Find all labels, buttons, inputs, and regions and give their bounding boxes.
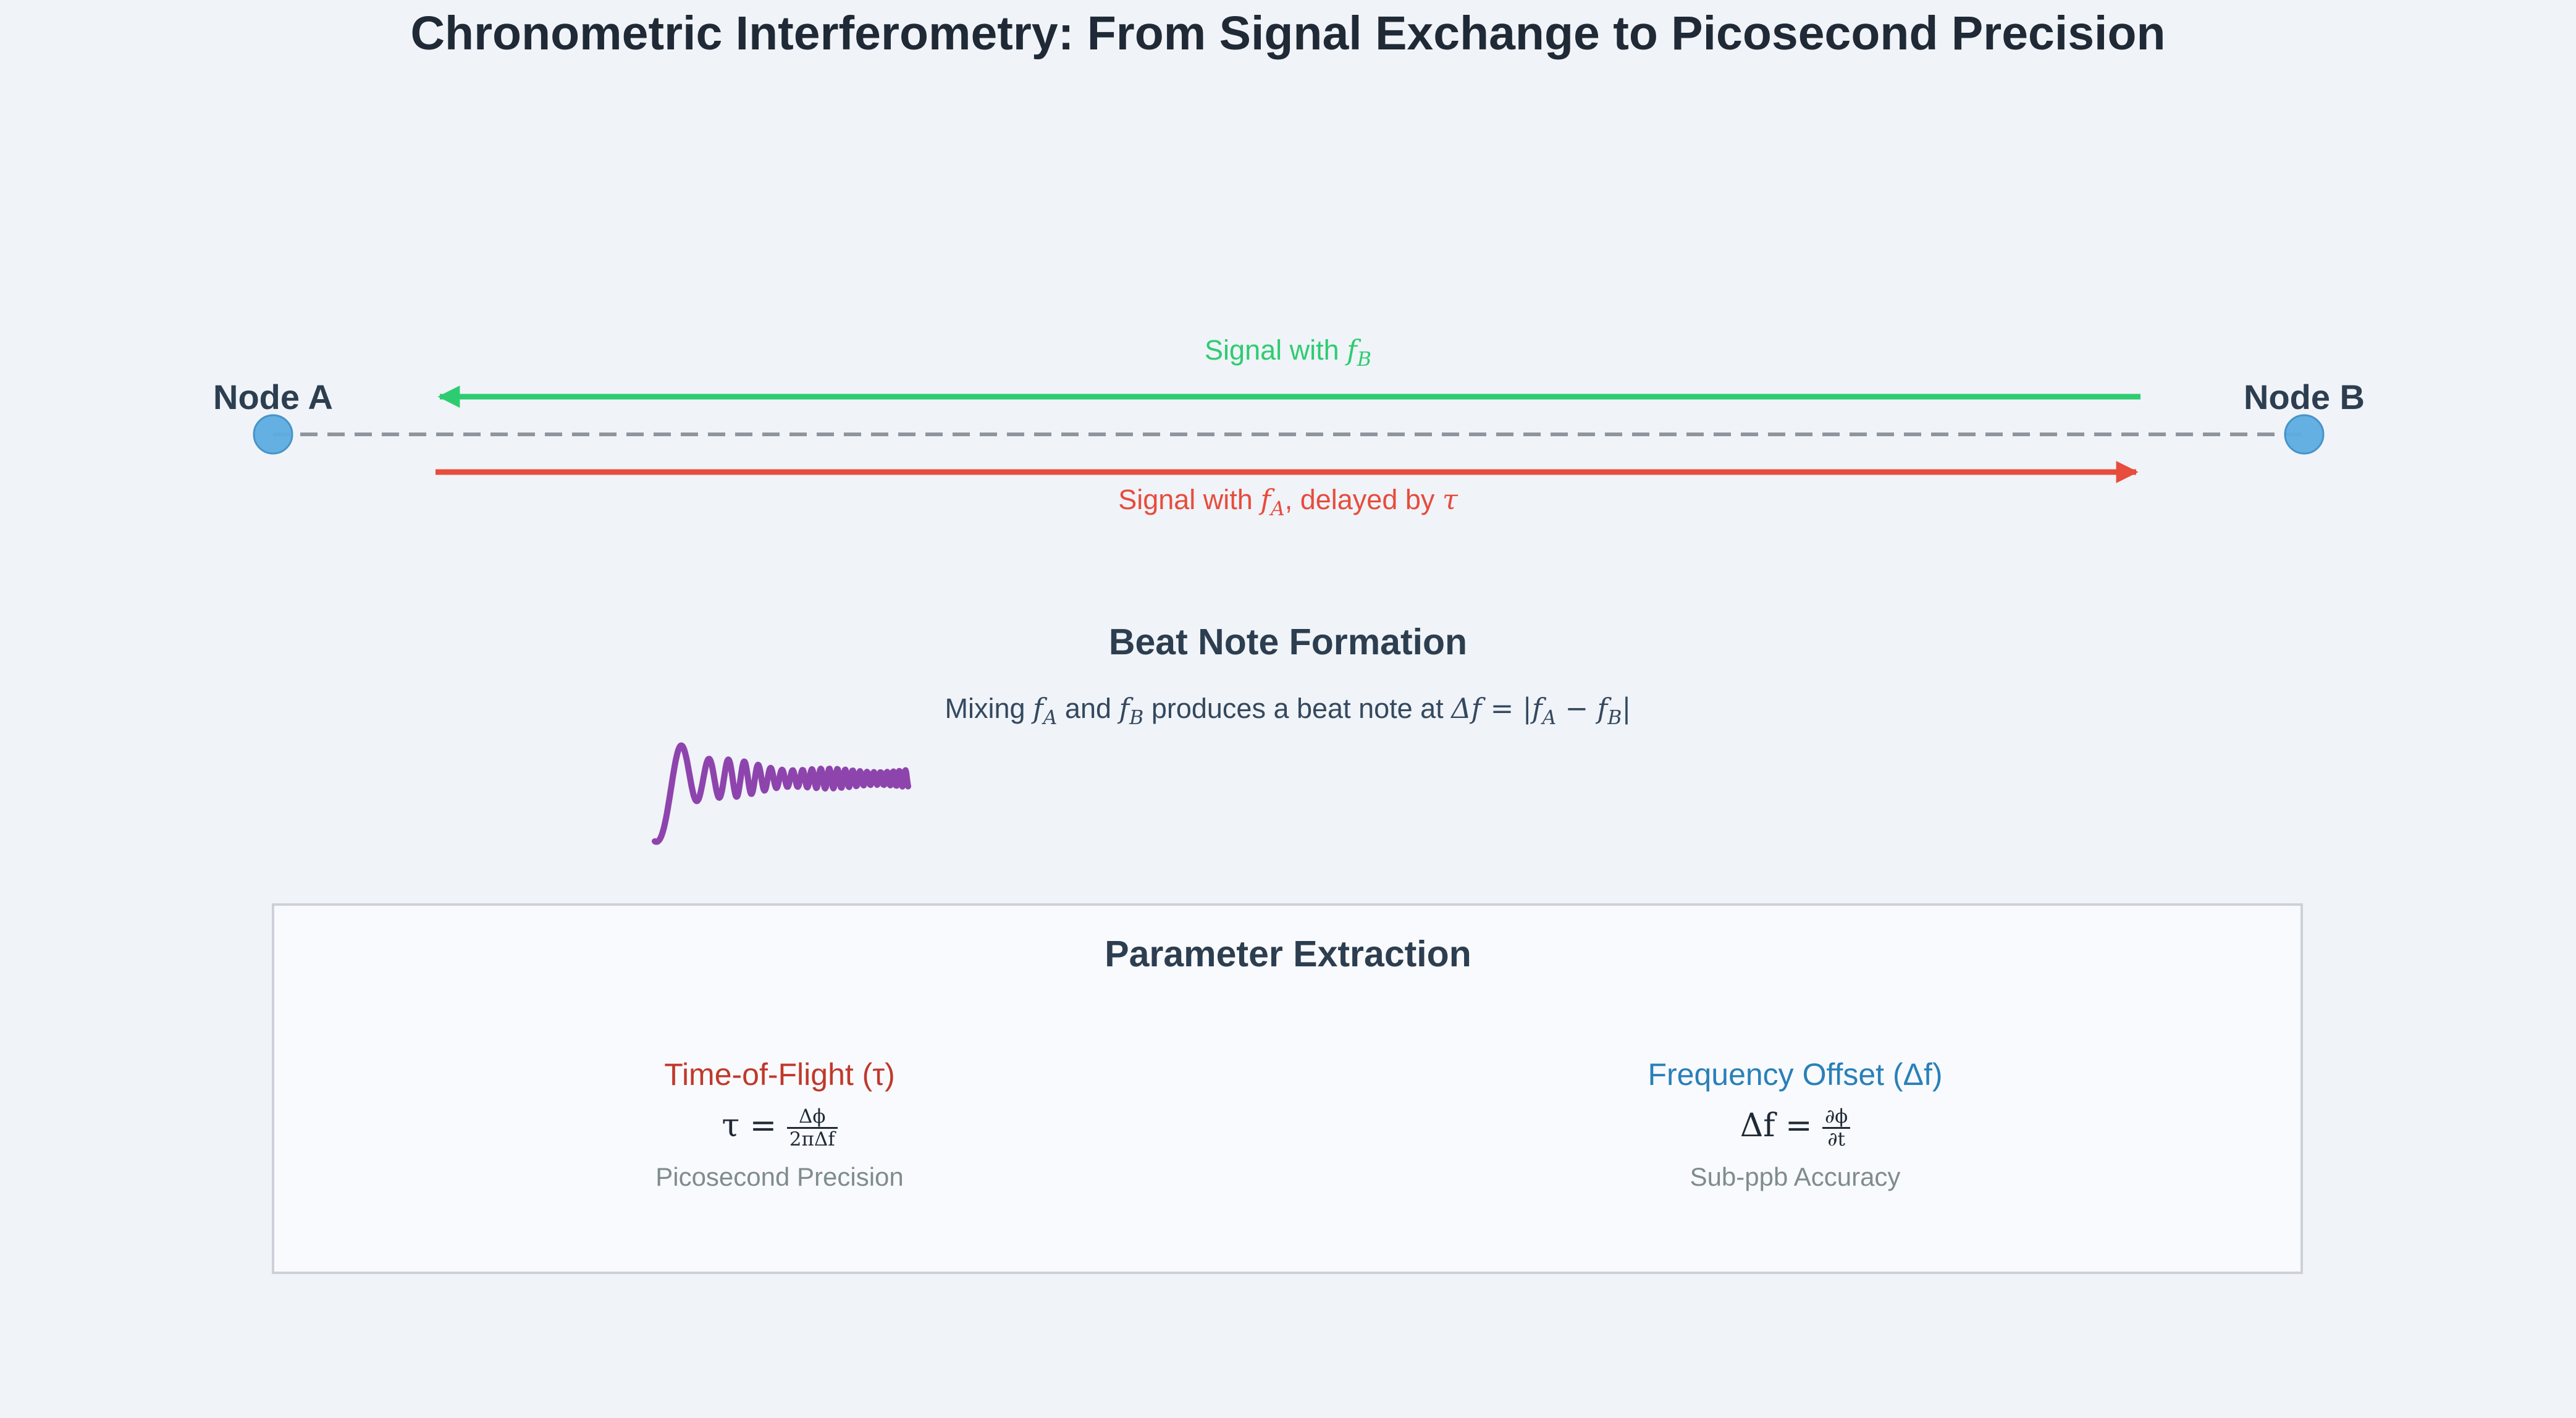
lower-signal-label: Signal with fA, delayed by τ [1118,483,1458,520]
beat-wave-graphic [652,742,911,845]
freq-caption: Sub-ppb Accuracy [1690,1162,1901,1192]
tof-formula: τ = Δϕ 2πΔf [471,1106,1088,1150]
beat-wave-icon [652,742,911,845]
freq-column: Frequency Offset (Δf) Δf = ∂ϕ ∂t Sub-ppb … [1486,1057,2104,1192]
node-a-label: Node A [213,378,333,416]
beat-note-description: Mixing fA and fB produces a beat note at… [945,692,1631,729]
tof-caption: Picosecond Precision [655,1162,904,1192]
parameter-extraction-title: Parameter Extraction [1105,934,1471,974]
node-b-circle [2284,414,2325,455]
node-b-label: Node B [2244,378,2365,416]
upper-signal-label: Signal with fB [1205,334,1371,371]
node-a-circle [253,414,293,455]
freq-formula: Δf = ∂ϕ ∂t [1486,1106,2104,1150]
freq-heading: Frequency Offset (Δf) [1648,1057,1943,1092]
tof-heading: Time-of-Flight (τ) [664,1057,895,1092]
tof-column: Time-of-Flight (τ) τ = Δϕ 2πΔf Picosecond… [471,1057,1088,1192]
signal-exchange-diagram [253,386,2325,483]
beat-note-title: Beat Note Formation [1108,622,1468,662]
